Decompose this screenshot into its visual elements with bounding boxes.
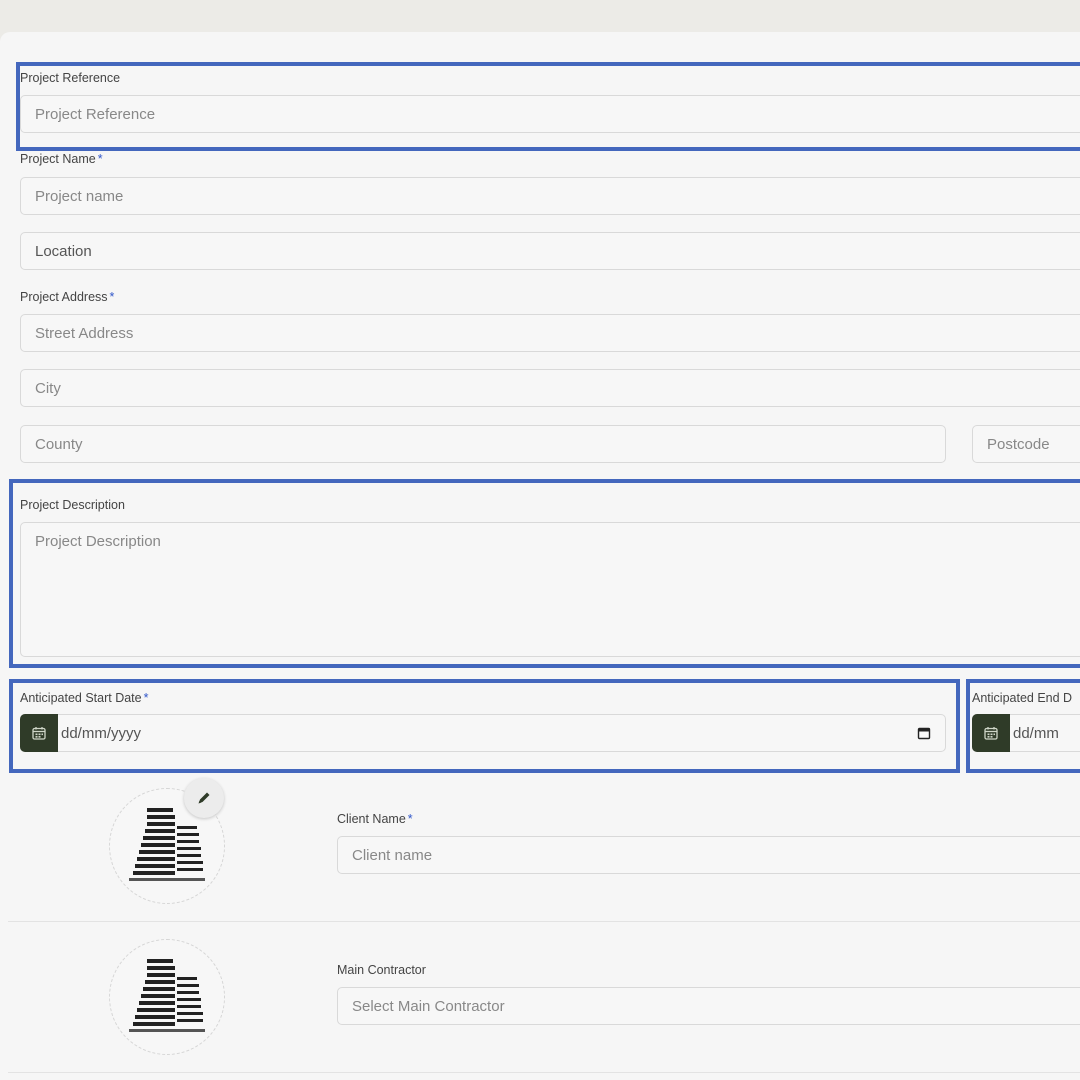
street-address-placeholder: Street Address bbox=[35, 324, 134, 342]
city-placeholder: City bbox=[35, 379, 61, 397]
project-form-card: Project Reference Project Reference Proj… bbox=[0, 32, 1080, 1080]
edit-avatar-button[interactable] bbox=[184, 778, 224, 818]
client-name-label: Client Name * bbox=[337, 812, 413, 826]
calendar-icon bbox=[984, 727, 998, 740]
main-contractor-placeholder: Select Main Contractor bbox=[352, 997, 505, 1015]
end-date-calendar-button[interactable] bbox=[972, 714, 1010, 752]
start-date-value: dd/mm/yyyy bbox=[61, 724, 142, 742]
calendar-icon bbox=[32, 727, 46, 740]
contractor-avatar[interactable] bbox=[109, 939, 225, 1055]
postcode-input[interactable]: Postcode bbox=[972, 425, 1080, 463]
project-reference-placeholder: Project Reference bbox=[35, 105, 156, 123]
county-input[interactable]: County bbox=[20, 425, 946, 463]
project-name-placeholder: Project name bbox=[35, 187, 124, 205]
start-date-label: Anticipated Start Date * bbox=[20, 691, 149, 705]
project-reference-input[interactable]: Project Reference bbox=[20, 95, 1080, 133]
project-address-label: Project Address * bbox=[20, 290, 115, 304]
street-address-input[interactable]: Street Address bbox=[20, 314, 1080, 352]
end-date-input[interactable]: dd/mm bbox=[972, 714, 1080, 752]
start-date-calendar-button[interactable] bbox=[20, 714, 58, 752]
pencil-icon bbox=[198, 792, 210, 804]
project-description-textarea[interactable]: Project Description bbox=[20, 522, 1080, 657]
client-name-placeholder: Client name bbox=[352, 846, 433, 864]
county-placeholder: County bbox=[35, 435, 83, 453]
start-date-input[interactable]: dd/mm/yyyy bbox=[20, 714, 946, 752]
calendar-picker-icon[interactable] bbox=[917, 726, 931, 744]
location-value: Location bbox=[35, 242, 92, 260]
project-name-label: Project Name * bbox=[20, 152, 103, 166]
project-description-label: Project Description bbox=[20, 498, 125, 512]
main-contractor-label: Main Contractor bbox=[337, 963, 426, 977]
project-name-input[interactable]: Project name bbox=[20, 177, 1080, 215]
client-name-input[interactable]: Client name bbox=[337, 836, 1080, 874]
postcode-placeholder: Postcode bbox=[987, 435, 1050, 453]
main-contractor-select[interactable]: Select Main Contractor bbox=[337, 987, 1080, 1025]
project-reference-label: Project Reference bbox=[20, 71, 121, 85]
end-date-value: dd/mm bbox=[1013, 724, 1059, 742]
section-divider bbox=[8, 1072, 1080, 1073]
location-select[interactable]: Location bbox=[20, 232, 1080, 270]
section-divider bbox=[8, 921, 1080, 922]
buildings-icon bbox=[129, 959, 205, 1032]
project-description-placeholder: Project Description bbox=[35, 533, 161, 550]
end-date-label: Anticipated End D bbox=[972, 691, 1073, 705]
city-input[interactable]: City bbox=[20, 369, 1080, 407]
